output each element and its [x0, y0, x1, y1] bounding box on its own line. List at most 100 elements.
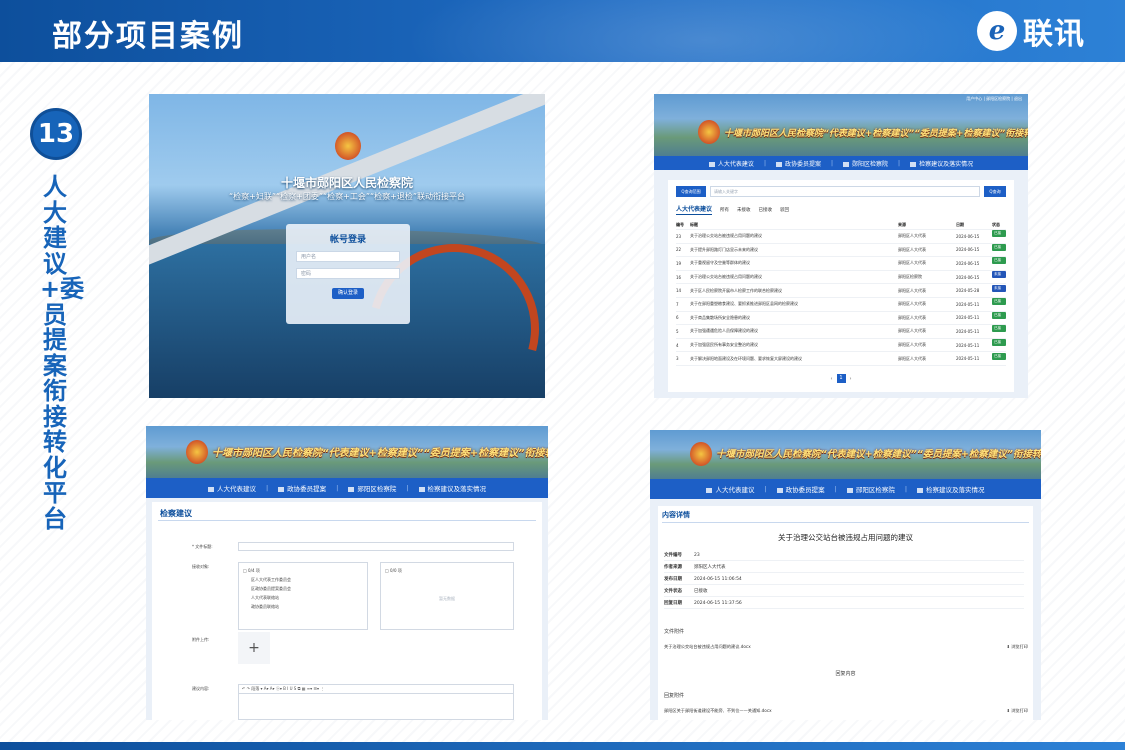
nav-separator: |	[830, 159, 834, 167]
login-button[interactable]: 确认登录	[332, 288, 364, 299]
recipient-option[interactable]: 区人大代表工作委员会	[243, 577, 363, 583]
status-badge: 已接收	[992, 230, 1006, 242]
nav-separator: |	[763, 159, 766, 167]
page-current[interactable]: 1	[836, 374, 846, 383]
search-row: Q查询范围 请输入关键字 Q查询	[676, 186, 1006, 197]
table-row[interactable]: 6 关于商品集散场所安全隐患的建议 郧阳区人大代表 2024-05-11 已接收	[676, 311, 1006, 326]
company-logo: e 联讯	[977, 8, 1085, 54]
row-title: 关于商品集散场所安全隐患的建议	[690, 314, 750, 320]
tab-all[interactable]: 所有	[720, 207, 729, 213]
reply-attachment-link[interactable]: 郧阳区关于郧阳街道建设不能旁、不到位——关通知.docx	[664, 708, 772, 714]
password-input[interactable]: 密码	[296, 268, 400, 279]
row-no: 16	[676, 274, 682, 280]
reply-attachments-heading: 回复附件	[664, 693, 685, 699]
status-badge: 已接收	[992, 298, 1006, 310]
divider	[662, 522, 1029, 523]
list-icon	[348, 486, 355, 492]
nav-item-cppcc[interactable]: 政协委员提案	[278, 483, 326, 493]
row-status: 未接收	[992, 271, 1006, 283]
form-panel: 检察建议 * 文件标题: 接收对象: □ 0/4 项 区人大代表工作委员会 区政…	[152, 502, 542, 720]
content-editor[interactable]	[238, 694, 514, 720]
banner-emblem-icon	[690, 442, 712, 466]
nav-item-npc[interactable]: 人大代表建议	[708, 159, 754, 168]
nav-item-procuratorate[interactable]: 郧阳区检察院	[846, 484, 895, 494]
page-next[interactable]: ›	[850, 376, 852, 382]
recipient-option[interactable]: 政协委员联络站	[243, 604, 363, 610]
search-button[interactable]: Q查询	[984, 186, 1006, 197]
nav-separator: |	[834, 485, 837, 493]
nav-item-suggestions[interactable]: 检察建议及落实情况	[910, 159, 973, 168]
download-link[interactable]: ⬇ 浏览打印	[1006, 644, 1028, 650]
page-prev[interactable]: ‹	[831, 376, 833, 382]
nav-item-cppcc[interactable]: 政协委员提案	[775, 159, 821, 168]
login-title: 帐号登录	[329, 235, 366, 245]
table-row[interactable]: 4 关于加强居民所有事务安全整治的建议 郧阳区人大代表 2024-05-11 已接收	[676, 339, 1006, 353]
table-header: 编号 标题 来源 日期 状态	[676, 220, 1006, 230]
row-source: 郧阳区人大代表	[898, 301, 926, 307]
nav-item-suggestions[interactable]: 检察建议及落实情况	[917, 484, 985, 494]
col-no: 编号	[676, 221, 684, 227]
username-input[interactable]: 用户名	[296, 251, 400, 262]
main-nav: 人大代表建议 | 政协委员提案 | 郧阳区检察院 | 检察建议及落实情况	[146, 478, 548, 498]
label-content: 建议内容:	[192, 686, 210, 691]
row-date: 2024-05-11	[956, 342, 980, 348]
attachment-row: 关于治理公交站台被违规占用问题的建议.docx ⬇ 浏览打印	[664, 644, 1028, 650]
logo-text: 联讯	[1023, 17, 1085, 52]
nav-item-procuratorate[interactable]: 郧阳区检察院	[843, 159, 888, 168]
status-badge: 已接收	[992, 339, 1006, 351]
table-row[interactable]: 14 关于区人民检察院开展市人检察工作的联合检察建议 郧阳区人大代表 2024-05-…	[676, 284, 1006, 298]
banner-emblem-icon	[698, 120, 720, 144]
row-source: 郧阳区人大代表	[898, 260, 926, 266]
search-scope-select[interactable]: Q查询范围	[676, 186, 706, 197]
banner-title: 十堰市郧阳区人民检察院“代表建议+检察建议”“委员提案+检察建议”衔接转化平台	[724, 129, 1028, 139]
row-title: 关于治理公交站台被违规占用问题的建议	[690, 233, 762, 239]
table-row[interactable]: 23 关于治理公交站台被违规占用问题的建议 郧阳区人大代表 2024-06-15 已接收	[676, 230, 1006, 244]
recipient-option[interactable]: 人大代表联络站	[243, 595, 363, 601]
tab-received[interactable]: 已接收	[759, 207, 773, 213]
list-icon	[776, 487, 783, 493]
status-badge: 未接收	[992, 284, 1006, 297]
top-links[interactable]: 用户中心 | 郧阳区检察院 | 退出	[966, 96, 1022, 102]
login-box: 帐号登录 用户名 密码 确认登录	[286, 224, 410, 324]
banner-title: 十堰市郧阳区人民检察院“代表建议+检察建议”“委员提案+检察建议”衔接转化平台	[716, 449, 1041, 460]
list-panel: Q查询范围 请输入关键字 Q查询 人大代表建议 所有 未接收 已接收 驳回 编号…	[668, 180, 1014, 392]
recipients-target-list: □ 0/0 项 暂无数据	[380, 562, 514, 630]
nav-item-suggestions[interactable]: 检察建议及落实情况	[418, 483, 486, 493]
detail-screenshot: 十堰市郧阳区人民检察院“代表建议+检察建议”“委员提案+检察建议”衔接转化平台 …	[650, 430, 1041, 720]
list-icon	[278, 486, 285, 492]
title-input[interactable]	[238, 542, 514, 551]
status-badge: 已接收	[992, 257, 1006, 269]
recipient-option[interactable]: 区政协委员提案委员会	[243, 586, 363, 592]
table-row[interactable]: 5 关于加强遭遇危险人员保障建设的建议 郧阳区人大代表 2024-05-11 已接收	[676, 325, 1006, 339]
tab-unreceived[interactable]: 未接收	[737, 207, 751, 213]
editor-toolbar[interactable]: ↶ ↷ 段落 ▾ A▾ A▾ ⓐ▾ B I U S ⧉ ▦ ≡▾ ☰▾ ⋮	[238, 684, 514, 694]
list-icon	[910, 161, 917, 167]
search-input[interactable]: 请输入关键字	[710, 186, 980, 197]
tab-npc-suggestions[interactable]: 人大代表建议	[676, 204, 713, 215]
row-source: 郧阳区人大代表	[898, 287, 926, 293]
pagination: ‹ 1 ›	[668, 374, 1014, 383]
table-row[interactable]: 22 关于提升郧阳路灯门店显示未来的建议 郧阳区人大代表 2024-06-15 已接收	[676, 243, 1006, 258]
reply-download-link[interactable]: ⬇ 浏览打印	[1006, 708, 1028, 714]
table-row[interactable]: 7 关于在郧阳重塑粮食建设、要抓紧推进郧阳区县网的检察建议 郧阳区人大代表 2024-…	[676, 298, 1006, 312]
list-icon	[846, 487, 853, 493]
main-nav: 人大代表建议 | 政协委员提案 | 郧阳区检察院 | 检察建议及落实情况	[650, 479, 1041, 499]
upload-plus-button[interactable]: +	[238, 632, 270, 664]
table-row[interactable]: 3 关于解决郧阳地面建设及在环境问题、要求恢复大屏建设的建议 郧阳区人大代表 2024…	[676, 352, 1006, 366]
col-title: 标题	[690, 221, 698, 227]
nav-item-npc[interactable]: 人大代表建议	[207, 483, 256, 493]
tab-rejected[interactable]: 驳回	[780, 207, 789, 213]
table-row[interactable]: 16 关于治理公交站台被违规占用问题的建议 郧阳区检察院 2024-06-15 未接收	[676, 271, 1006, 285]
row-date: 2024-06-15	[956, 274, 980, 280]
banner-title: 十堰市郧阳区人民检察院“代表建议+检察建议”“委员提案+检察建议”衔接转化平台	[212, 448, 548, 459]
col-source: 来源	[898, 221, 906, 227]
site-banner: 十堰市郧阳区人民检察院“代表建议+检察建议”“委员提案+检察建议”衔接转化平台	[146, 426, 548, 478]
label-upload: 附件上传:	[192, 637, 210, 642]
meta-row: 发布日期 2024-06-15 11:06:54	[664, 574, 1024, 585]
nav-item-procuratorate[interactable]: 郧阳区检察院	[348, 483, 396, 493]
nav-item-npc[interactable]: 人大代表建议	[706, 484, 754, 494]
list-icon	[775, 161, 782, 167]
table-row[interactable]: 19 关于重视留守及空巢等群体的建议 郧阳区人大代表 2024-06-15 已接收	[676, 257, 1006, 271]
nav-item-cppcc[interactable]: 政协委员提案	[776, 484, 825, 494]
attachment-link[interactable]: 关于治理公交站台被违规占用问题的建议.docx	[664, 644, 751, 650]
